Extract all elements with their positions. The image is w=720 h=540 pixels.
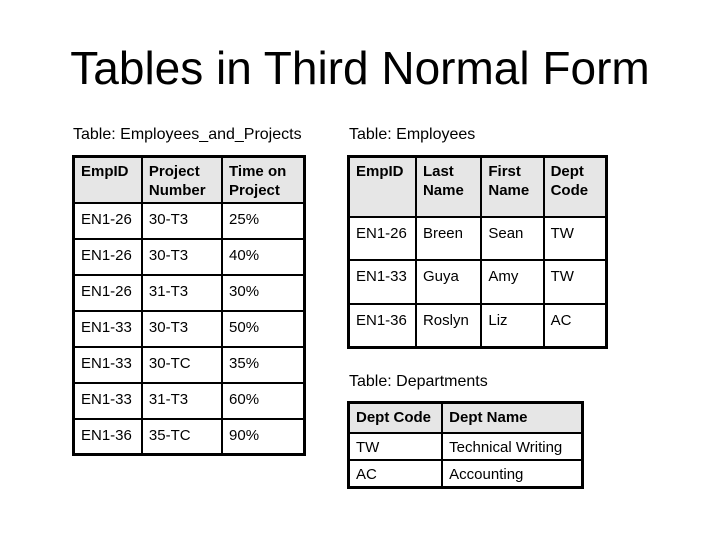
table-cell: 30-T3 — [140, 237, 224, 276]
table-cell: EN1-26 — [72, 237, 143, 276]
table-cell: 50% — [221, 309, 306, 348]
column-header: Dept Name — [441, 401, 584, 434]
table-cell: TW — [542, 215, 608, 261]
employees-caption: Table: Employees — [349, 126, 476, 143]
header-row: Dept Code Dept Name — [347, 401, 584, 434]
column-header: Dept Code — [347, 401, 444, 434]
table-cell: 90% — [221, 417, 306, 456]
table-cell: 40% — [221, 237, 306, 276]
departments-caption: Table: Departments — [349, 373, 488, 390]
table-row: EN1-33 31-T3 60% — [72, 381, 306, 420]
employees-and-projects-table: EmpID Project Number Time on Project EN1-26 30… — [72, 155, 306, 456]
table-row: EN1-26 31-T3 30% — [72, 273, 306, 312]
table-cell: Breen — [414, 215, 483, 261]
column-header: First Name — [480, 155, 545, 218]
column-header: EmpID — [72, 155, 143, 204]
table-cell: TW — [542, 259, 608, 305]
table-cell: EN1-33 — [72, 345, 143, 384]
employees-and-projects-caption: Table: Employees_and_Projects — [73, 126, 302, 143]
table-cell: EN1-26 — [72, 201, 143, 240]
column-header-text: EmpID — [356, 163, 404, 180]
table-cell: 31-T3 — [140, 273, 224, 312]
table-cell: 35-TC — [140, 417, 224, 456]
table-cell: 60% — [221, 381, 306, 420]
table-cell: Accounting — [441, 459, 584, 489]
table-row: TW Technical Writing — [347, 431, 584, 461]
table-cell: Guya — [414, 259, 483, 305]
table-cell: 30-T3 — [140, 201, 224, 240]
table-cell: EN1-33 — [347, 259, 417, 305]
table-row: AC Accounting — [347, 459, 584, 489]
table-cell: EN1-33 — [72, 309, 143, 348]
table-cell: 31-T3 — [140, 381, 224, 420]
slide-title: Tables in Third Normal Form — [70, 42, 650, 94]
table-cell: Technical Writing — [441, 431, 584, 461]
column-header: Last Name — [414, 155, 483, 218]
column-header-text: First — [488, 163, 521, 180]
table-row: EN1-26 Breen Sean TW — [347, 215, 608, 261]
column-header: EmpID — [347, 155, 417, 218]
table-row: EN1-36 Roslyn Liz AC — [347, 302, 608, 348]
table-row: EN1-26 30-T3 40% — [72, 237, 306, 276]
column-header: Project Number — [140, 155, 224, 204]
table-row: EN1-33 30-T3 50% — [72, 309, 306, 348]
column-header-text: Name — [488, 182, 530, 199]
column-header-text: Number — [148, 182, 206, 199]
column-header-text: Code — [550, 182, 589, 199]
table-cell: 35% — [221, 345, 306, 384]
header-row: EmpID Last Name First Name Dept Code — [347, 155, 608, 218]
table-cell: 25% — [221, 201, 306, 240]
table-cell: Sean — [480, 215, 545, 261]
table-cell: Roslyn — [414, 302, 483, 348]
column-header: Time on Project — [221, 155, 306, 204]
table-row: EN1-26 30-T3 25% — [72, 201, 306, 240]
column-header-text: Time on — [229, 163, 287, 180]
table-row: EN1-33 30-TC 35% — [72, 345, 306, 384]
table-cell: EN1-36 — [347, 302, 417, 348]
column-header-text: Project — [148, 163, 200, 180]
table-cell: 30-TC — [140, 345, 224, 384]
column-header-text: Name — [422, 182, 464, 199]
table-cell: Amy — [480, 259, 545, 305]
table-cell: EN1-36 — [72, 417, 143, 456]
column-header-text: Last — [422, 163, 454, 180]
departments-table: Dept Code Dept Name TW Technical Writing AC A… — [347, 401, 584, 489]
table-cell: Liz — [480, 302, 545, 348]
column-header: Dept Code — [542, 155, 608, 218]
table-cell: TW — [347, 431, 444, 461]
column-header-text: Dept Name — [449, 409, 528, 426]
column-header-text: Dept Code — [356, 409, 431, 426]
table-cell: AC — [542, 302, 608, 348]
header-row: EmpID Project Number Time on Project — [72, 155, 306, 204]
table-cell: 30% — [221, 273, 306, 312]
table-row: EN1-33 Guya Amy TW — [347, 259, 608, 305]
column-header-text: EmpID — [81, 163, 129, 180]
table-cell: EN1-33 — [72, 381, 143, 420]
employees-table: EmpID Last Name First Name Dept Code EN1-26 Bree… — [347, 155, 608, 349]
table-cell: EN1-26 — [72, 273, 143, 312]
table-row: EN1-36 35-TC 90% — [72, 417, 306, 456]
table-cell: AC — [347, 459, 444, 489]
column-header-text: Dept — [550, 163, 584, 180]
table-cell: EN1-26 — [347, 215, 417, 261]
table-cell: 30-T3 — [140, 309, 224, 348]
column-header-text: Project — [229, 182, 280, 199]
